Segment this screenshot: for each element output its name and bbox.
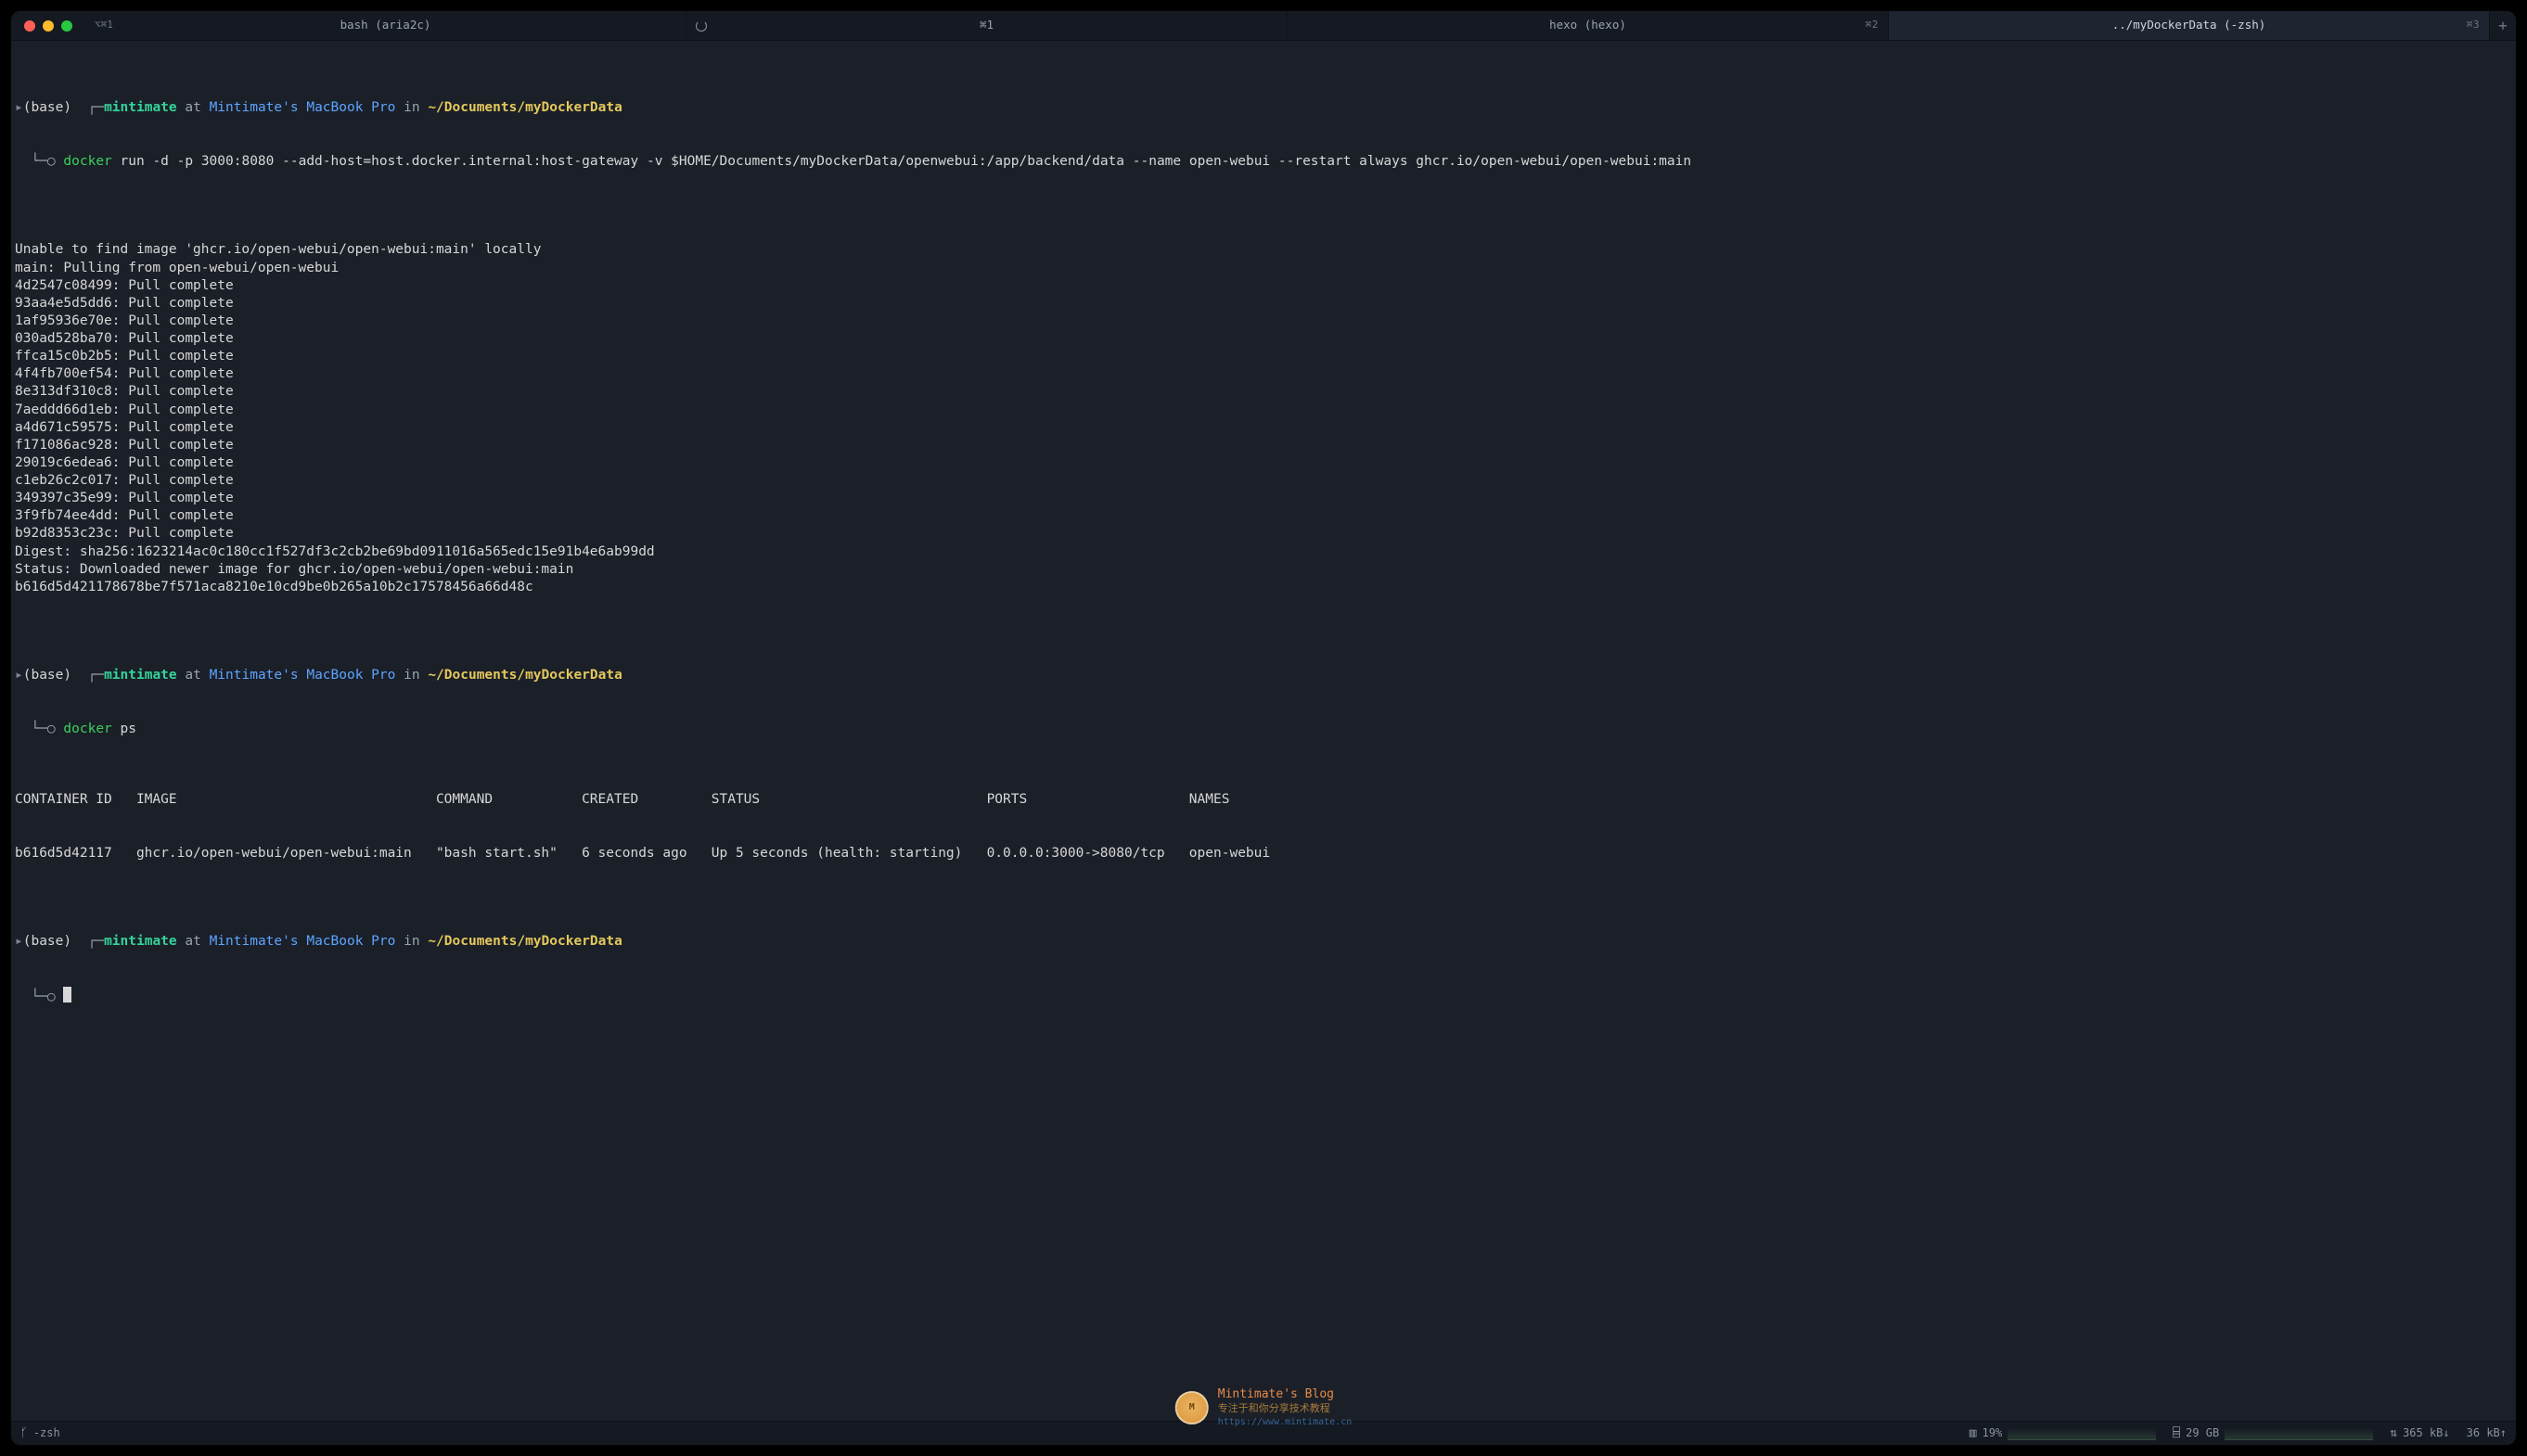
prompt-corner-top: ┌─ [88,100,104,115]
tab-4-label: ../myDockerData (-zsh) [2112,18,2266,33]
output-line: 349397c35e99: Pull complete [15,490,2512,507]
output-line: f171086ac928: Pull complete [15,437,2512,454]
branch-icon [20,1425,28,1441]
prompt-in: in [404,100,419,115]
output-line: 1af95936e70e: Pull complete [15,313,2512,330]
watermark-url: https://www.mintimate.cn [1218,1416,1353,1428]
tab-3-shortcut: ⌘2 [1866,19,1879,32]
output-block-1: Unable to find image 'ghcr.io/open-webui… [15,241,2512,596]
tab-3[interactable]: hexo (hexo) ⌘2 [1288,11,1889,40]
cpu-icon [1969,1425,1977,1441]
watermark: M Mintimate's Blog 专注于和你分享技术教程 https://w… [1175,1386,1353,1428]
status-ram-value: 29 GB [2186,1426,2219,1441]
new-tab-button[interactable]: + [2490,11,2516,40]
ram-icon [2173,1425,2180,1441]
ps-row: b616d5d42117 ghcr.io/open-webui/open-web… [15,845,2512,862]
prompt-corner-bot: └─○ [31,154,55,169]
prompt-user: mintimate [104,100,177,115]
cmd2-name: docker [63,722,111,736]
status-branch-label: -zsh [33,1426,60,1441]
tab-1-label: bash (aria2c) [340,18,431,33]
watermark-subtitle: 专注于和你分享技术教程 [1218,1402,1353,1416]
cpu-sparkline [2007,1427,2156,1440]
output-line: 93aa4e5d5dd6: Pull complete [15,295,2512,313]
tab-1-left-shortcut: ⌥⌘1 [95,19,113,32]
cursor [63,987,71,1003]
tab-4-active[interactable]: ../myDockerData (-zsh) ⌘3 [1889,11,2490,40]
terminal-window: ⌥⌘1 bash (aria2c) ⌘1 hexo (hexo) ⌘2 ../m… [11,11,2516,1445]
status-cpu-value: 19% [1982,1426,2003,1441]
prompt-line-2: ▸(base) ┌─mintimate at Mintimate's MacBo… [15,667,2512,684]
network-icon [2390,1425,2397,1441]
ps-header: CONTAINER ID IMAGE COMMAND CREATED STATU… [15,791,2512,809]
output-line: 4f4fb700ef54: Pull complete [15,365,2512,383]
command-line-1: └─○ docker run -d -p 3000:8080 --add-hos… [15,153,2512,171]
cmd2-args: ps [121,722,136,736]
spinner-icon [696,20,707,32]
output-line: a4d671c59575: Pull complete [15,419,2512,437]
close-button[interactable] [24,20,35,32]
status-branch[interactable]: -zsh [20,1425,60,1441]
output-line: Digest: sha256:1623214ac0c180cc1f527df3c… [15,543,2512,561]
output-line: main: Pulling from open-webui/open-webui [15,260,2512,277]
tab-3-label: hexo (hexo) [1549,18,1626,33]
status-net-down: 365 kB↓ [2403,1426,2450,1441]
status-net-up-value: 36 kB↑ [2467,1426,2507,1441]
prompt-env: (base) [23,100,71,115]
tab-4-shortcut: ⌘3 [2467,19,2480,32]
plus-icon: + [2498,16,2508,35]
output-line: c1eb26c2c017: Pull complete [15,472,2512,490]
output-line: 030ad528ba70: Pull complete [15,330,2512,348]
cmd1-args: run -d -p 3000:8080 --add-host=host.dock… [121,154,1692,169]
status-net-up: 36 kB↑ [2467,1426,2507,1441]
cmd1-name: docker [63,154,111,169]
tab-2-label: ⌘1 [980,18,994,33]
watermark-avatar-icon: M [1175,1391,1209,1424]
tab-1[interactable]: ⌥⌘1 bash (aria2c) [85,11,686,40]
output-line: 29019c6edea6: Pull complete [15,454,2512,472]
output-line: 4d2547c08499: Pull complete [15,277,2512,295]
status-cpu: 19% [1969,1425,2157,1441]
status-ram: 29 GB [2173,1425,2373,1441]
prompt-line-1: ▸(base) ┌─mintimate at Mintimate's MacBo… [15,99,2512,117]
tab-bar: ⌥⌘1 bash (aria2c) ⌘1 hexo (hexo) ⌘2 ../m… [11,11,2516,41]
terminal-viewport[interactable]: ▸(base) ┌─mintimate at Mintimate's MacBo… [11,41,2516,1421]
output-line: b92d8353c23c: Pull complete [15,525,2512,543]
watermark-text: Mintimate's Blog 专注于和你分享技术教程 https://www… [1218,1386,1353,1428]
watermark-title: Mintimate's Blog [1218,1386,1353,1402]
prompt-at: at [185,100,200,115]
output-line: Status: Downloaded newer image for ghcr.… [15,561,2512,579]
prompt-path: ~/Documents/myDockerData [428,100,622,115]
output-line: 3f9fb74ee4dd: Pull complete [15,507,2512,525]
prompt-caret: ▸ [15,100,23,115]
prompt-line-3: ▸(base) ┌─mintimate at Mintimate's MacBo… [15,933,2512,951]
tab-2[interactable]: ⌘1 [686,11,1288,40]
command-line-2: └─○ docker ps [15,721,2512,738]
idle-line: └─○ [15,987,2512,1006]
output-line: 7aeddd66d1eb: Pull complete [15,402,2512,419]
status-net: 365 kB↓ [2390,1425,2449,1441]
output-line: b616d5d421178678be7f571aca8210e10cd9be0b… [15,579,2512,596]
output-line: 8e313df310c8: Pull complete [15,383,2512,401]
zoom-button[interactable] [61,20,72,32]
minimize-button[interactable] [43,20,54,32]
output-line: ffca15c0b2b5: Pull complete [15,348,2512,365]
prompt-host: Mintimate's MacBook Pro [210,100,396,115]
output-line: Unable to find image 'ghcr.io/open-webui… [15,241,2512,259]
ram-sparkline [2225,1427,2373,1440]
window-controls [11,11,85,40]
